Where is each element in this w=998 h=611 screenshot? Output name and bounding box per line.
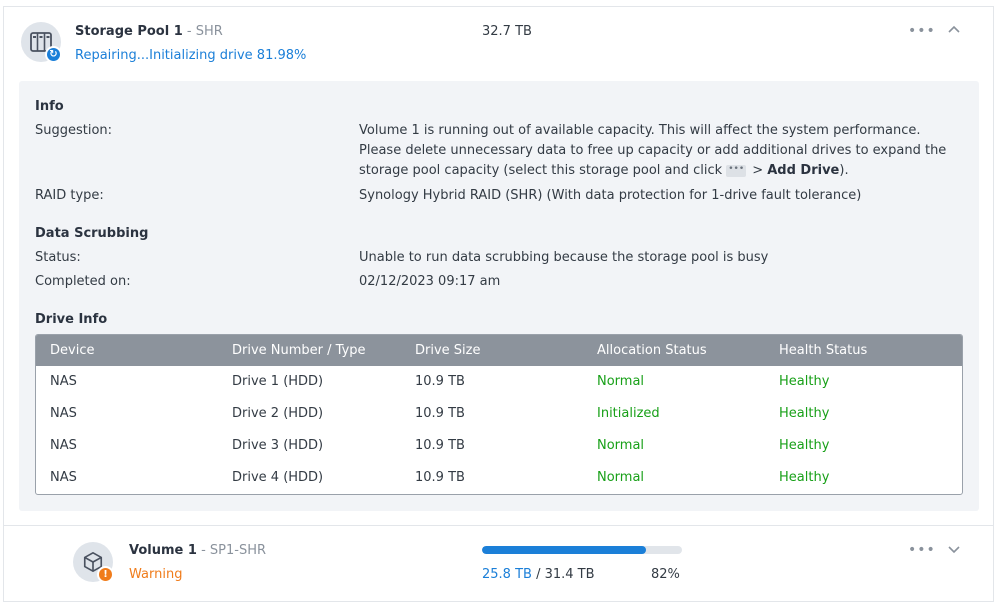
cell-size: 10.9 TB	[415, 470, 465, 485]
volume-status: Warning	[129, 567, 183, 582]
cell-allocation: Normal	[597, 470, 645, 485]
volume-name: Volume 1	[129, 543, 197, 558]
volume-title: Volume 1 - SP1-SHR	[129, 543, 266, 558]
volume-usage-bar	[482, 546, 682, 554]
cell-device: NAS	[50, 406, 77, 421]
table-row[interactable]: NAS Drive 2 (HDD) 10.9 TB Initialized He…	[36, 398, 962, 430]
suggestion-body: Volume 1 is running out of available cap…	[359, 123, 947, 178]
volume-title-separator: -	[196, 543, 210, 558]
column-header-allocation-status[interactable]: Allocation Status	[597, 343, 707, 358]
raid-type-value: Synology Hybrid RAID (SHR) (With data pr…	[359, 188, 862, 203]
volume-type: SP1-SHR	[209, 543, 267, 558]
pool-capacity: 32.7 TB	[482, 24, 532, 39]
column-header-drive-size[interactable]: Drive Size	[415, 343, 480, 358]
cell-health: Healthy	[779, 470, 830, 485]
volume-percent: 82%	[651, 567, 680, 582]
cell-device: NAS	[50, 374, 77, 389]
column-header-health-status[interactable]: Health Status	[779, 343, 867, 358]
cell-drive: Drive 4 (HDD)	[232, 470, 324, 485]
completed-on-label: Completed on:	[35, 274, 131, 289]
data-scrubbing-title: Data Scrubbing	[35, 226, 149, 241]
cell-health: Healthy	[779, 438, 830, 453]
drive-table: Device Drive Number / Type Drive Size Al…	[35, 334, 963, 495]
suggestion-text: Volume 1 is running out of available cap…	[359, 121, 959, 181]
cell-drive: Drive 2 (HDD)	[232, 406, 324, 421]
suggestion-arrow: >	[752, 163, 768, 178]
cell-allocation: Normal	[597, 374, 645, 389]
cell-allocation: Normal	[597, 438, 645, 453]
pool-info-panel: Info Suggestion: Volume 1 is running out…	[19, 81, 979, 511]
raid-type-label: RAID type:	[35, 188, 104, 203]
sync-icon: ↻	[45, 46, 62, 63]
table-row[interactable]: NAS Drive 4 (HDD) 10.9 TB Normal Healthy	[36, 462, 962, 494]
suggestion-end: ).	[839, 163, 849, 178]
drive-info-title: Drive Info	[35, 312, 108, 327]
expand-chevron-down-icon[interactable]	[946, 541, 962, 557]
cell-allocation: Initialized	[597, 406, 660, 421]
cell-size: 10.9 TB	[415, 406, 465, 421]
cell-drive: Drive 3 (HDD)	[232, 438, 324, 453]
table-row[interactable]: NAS Drive 1 (HDD) 10.9 TB Normal Healthy	[36, 366, 962, 398]
table-row[interactable]: NAS Drive 3 (HDD) 10.9 TB Normal Healthy	[36, 430, 962, 462]
warning-icon: !	[97, 566, 114, 583]
column-header-device[interactable]: Device	[50, 343, 94, 358]
scrubbing-status-label: Status:	[35, 250, 81, 265]
cell-device: NAS	[50, 470, 77, 485]
volume-usage-bar-fill	[482, 546, 646, 554]
column-header-drive-number[interactable]: Drive Number / Type	[232, 343, 366, 358]
suggestion-label: Suggestion:	[35, 123, 113, 138]
pool-status: Repairing...Initializing drive 81.98%	[75, 48, 307, 63]
pool-name: Storage Pool 1	[75, 24, 183, 39]
volume-total: 31.4 TB	[544, 567, 595, 582]
storage-pool-icon: ↻	[21, 22, 62, 63]
volume-cube-icon: !	[73, 542, 114, 583]
volume-used: 25.8 TB	[482, 567, 532, 582]
storage-pool-card: ↻ Storage Pool 1 - SHR Repairing...Initi…	[3, 6, 994, 526]
collapse-chevron-up-icon[interactable]	[946, 22, 962, 38]
cell-size: 10.9 TB	[415, 374, 465, 389]
pool-title-separator: -	[182, 24, 196, 39]
volume-card[interactable]: ! Volume 1 - SP1-SHR Warning 25.8 TB / 3…	[3, 526, 994, 602]
scrubbing-status-value: Unable to run data scrubbing because the…	[359, 250, 769, 265]
volume-more-options-button[interactable]: •••	[908, 543, 935, 559]
inline-more-icon: •••	[726, 164, 747, 177]
volume-usage-separator: /	[531, 567, 545, 582]
info-section-title: Info	[35, 99, 64, 114]
drive-table-header: Device Drive Number / Type Drive Size Al…	[36, 335, 962, 366]
cell-device: NAS	[50, 438, 77, 453]
pool-title: Storage Pool 1 - SHR	[75, 24, 223, 39]
pool-type: SHR	[195, 24, 223, 39]
completed-on-value: 02/12/2023 09:17 am	[359, 274, 501, 289]
add-drive-text: Add Drive	[767, 163, 840, 178]
cell-size: 10.9 TB	[415, 438, 465, 453]
cell-health: Healthy	[779, 374, 830, 389]
cell-drive: Drive 1 (HDD)	[232, 374, 324, 389]
cell-health: Healthy	[779, 406, 830, 421]
pool-more-options-button[interactable]: •••	[908, 24, 935, 40]
volume-usage-text: 25.8 TB / 31.4 TB	[482, 567, 595, 582]
